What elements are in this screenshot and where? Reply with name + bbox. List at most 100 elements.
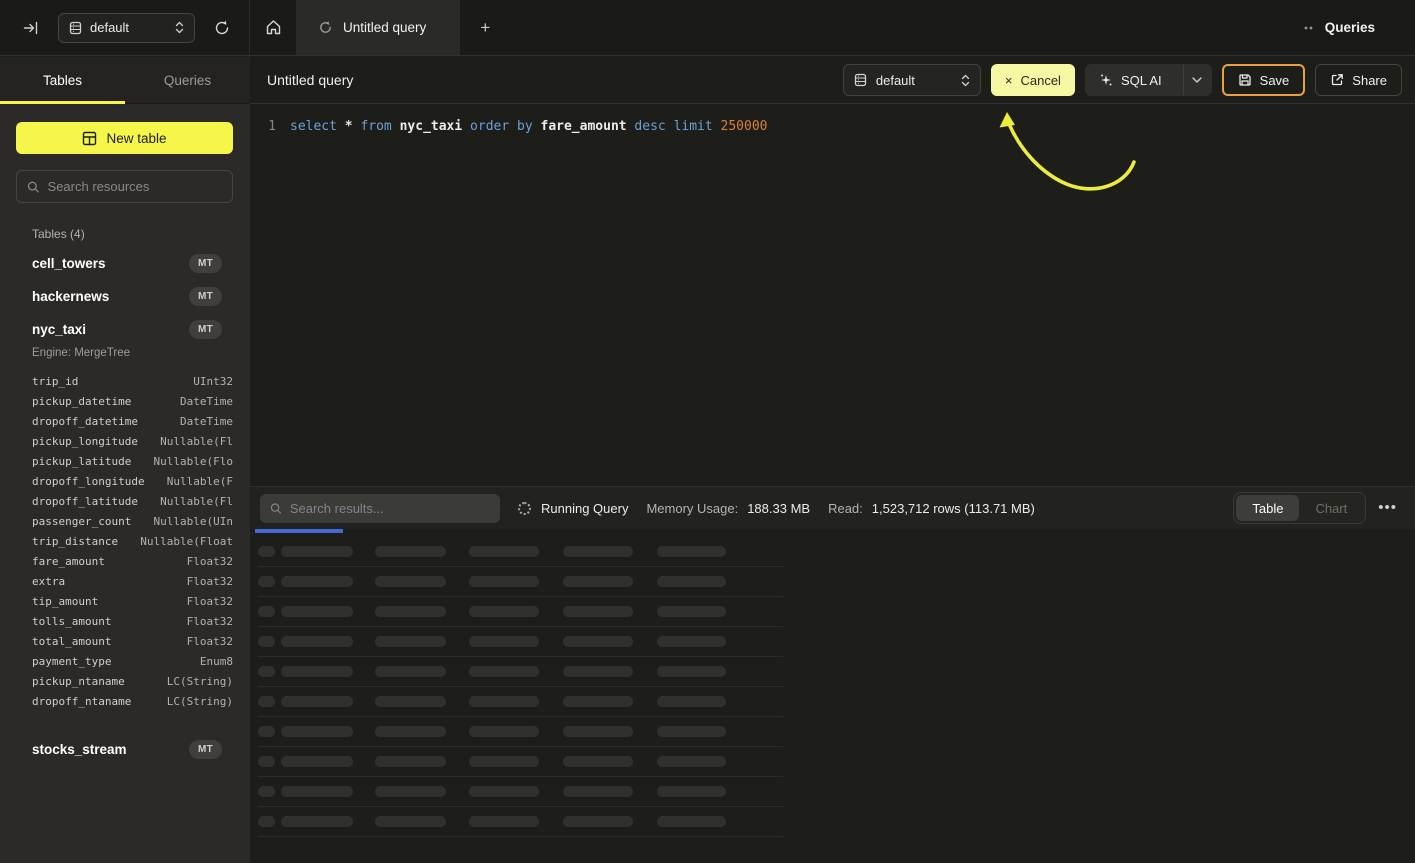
- skeleton-cell: [375, 756, 446, 767]
- sql-ai-main[interactable]: SQL AI: [1086, 65, 1175, 95]
- query-header: Untitled query default × Cancel SQL AI: [250, 57, 1415, 104]
- column-type: DateTime: [180, 415, 233, 428]
- schema-column-row[interactable]: pickup_ntanameLC(String): [32, 671, 233, 691]
- skeleton-cell: [375, 666, 446, 677]
- skeleton-cell: [258, 606, 275, 617]
- results-toolbar: Running Query Memory Usage: 188.33 MB Re…: [250, 487, 1415, 529]
- sql-ai-button[interactable]: SQL AI: [1085, 64, 1212, 96]
- refresh-button[interactable]: [209, 15, 235, 41]
- schema-column-row[interactable]: dropoff_longitudeNullable(F: [32, 471, 233, 491]
- share-button[interactable]: Share: [1315, 64, 1402, 96]
- tab-untitled-query[interactable]: Untitled query: [296, 0, 460, 55]
- schema-column-row[interactable]: fare_amount Float32: [32, 551, 233, 571]
- skeleton-cell: [281, 786, 353, 797]
- skeleton-cell: [258, 756, 275, 767]
- table-item-stocks-stream[interactable]: stocks_stream MT: [32, 733, 222, 766]
- cancel-button[interactable]: × Cancel: [991, 64, 1075, 96]
- collapse-sidebar-button[interactable]: [18, 15, 44, 41]
- sidebar-tab-tables[interactable]: Tables: [0, 57, 125, 103]
- schema-column-row[interactable]: tip_amountFloat32: [32, 591, 233, 611]
- schema-column-row[interactable]: pickup_latitudeNullable(Flo: [32, 451, 233, 471]
- skeleton-cell: [375, 786, 446, 797]
- column-type: Nullable(Flo: [154, 455, 233, 468]
- results-search[interactable]: [260, 494, 500, 523]
- skeleton-row: [258, 687, 783, 717]
- column-type: Float32: [187, 555, 233, 568]
- schema-column-row[interactable]: total_amountFloat32: [32, 631, 233, 651]
- column-type: Nullable(F: [167, 475, 233, 488]
- engine-badge: MT: [189, 740, 222, 759]
- sql-code: select * from nyc_taxi order by fare_amo…: [276, 117, 768, 136]
- query-database-value: default: [876, 73, 952, 88]
- view-toggle-chart[interactable]: Chart: [1299, 495, 1363, 521]
- share-icon: [1330, 73, 1344, 87]
- table-item-hackernews[interactable]: hackernews MT: [32, 280, 222, 313]
- more-options-button[interactable]: •••: [1378, 503, 1397, 513]
- skeleton-row: [258, 567, 783, 597]
- sql-ai-dropdown[interactable]: [1183, 65, 1211, 95]
- schema-column-row[interactable]: dropoff_ntanameLC(String): [32, 691, 233, 711]
- skeleton-cell: [563, 606, 633, 617]
- results-search-input[interactable]: [290, 501, 490, 516]
- column-type: Nullable(Fl: [160, 435, 233, 448]
- schema-column-row[interactable]: passenger_countNullable(UIn: [32, 511, 233, 531]
- queries-link[interactable]: Queries: [1304, 0, 1415, 55]
- skeleton-cell: [469, 786, 539, 797]
- skeleton-cell: [375, 636, 446, 647]
- skeleton-cell: [281, 636, 353, 647]
- queries-icon: [1304, 25, 1316, 31]
- sidebar-tab-queries[interactable]: Queries: [125, 57, 250, 103]
- schema-column-row[interactable]: tolls_amountFloat32: [32, 611, 233, 631]
- table-item-cell-towers[interactable]: cell_towers MT: [32, 247, 222, 280]
- column-name: trip_id: [32, 375, 78, 388]
- engine-badge: MT: [189, 287, 222, 306]
- column-name: tolls_amount: [32, 615, 111, 628]
- column-name: dropoff_ntaname: [32, 695, 131, 708]
- schema-column-row[interactable]: extraFloat32: [32, 571, 233, 591]
- view-toggle-table[interactable]: Table: [1236, 495, 1299, 521]
- skeleton-cell: [469, 726, 539, 737]
- column-name: passenger_count: [32, 515, 131, 528]
- skeleton-cell: [281, 726, 353, 737]
- read-label: Read:: [828, 501, 863, 516]
- schema-column-row[interactable]: trip_distanceNullable(Float: [32, 531, 233, 551]
- skeleton-row: [258, 657, 783, 687]
- new-table-button[interactable]: New table: [16, 122, 233, 154]
- skeleton-cell: [281, 816, 353, 827]
- schema-column-row[interactable]: pickup_longitudeNullable(Fl: [32, 431, 233, 451]
- query-database-selector[interactable]: default: [843, 64, 981, 96]
- nyc-taxi-columns: trip_idUInt32pickup_datetimeDateTimedrop…: [32, 371, 233, 711]
- skeleton-row: [258, 747, 783, 777]
- schema-column-row[interactable]: payment_typeEnum8: [32, 651, 233, 671]
- save-icon: [1238, 73, 1252, 87]
- tab-strip: Untitled query +: [250, 0, 1304, 55]
- save-button[interactable]: Save: [1222, 64, 1306, 96]
- column-name: trip_distance: [32, 535, 118, 548]
- skeleton-cell: [281, 546, 353, 557]
- new-tab-button[interactable]: +: [460, 0, 510, 55]
- schema-column-row[interactable]: dropoff_datetimeDateTime: [32, 411, 233, 431]
- home-icon: [265, 19, 282, 36]
- view-toggle: Table Chart: [1233, 492, 1366, 524]
- resource-search-input[interactable]: [48, 179, 222, 194]
- sql-editor[interactable]: 1 select * from nyc_taxi order by fare_a…: [250, 104, 1415, 487]
- table-name: stocks_stream: [32, 742, 189, 757]
- skeleton-cell: [657, 606, 726, 617]
- column-type: Enum8: [200, 655, 233, 668]
- database-selector[interactable]: default: [58, 13, 195, 43]
- plus-icon: +: [480, 18, 490, 38]
- column-name: pickup_datetime: [32, 395, 131, 408]
- skeleton-cell: [563, 666, 633, 677]
- home-button[interactable]: [250, 0, 296, 55]
- skeleton-cell: [375, 546, 446, 557]
- schema-column-row[interactable]: pickup_datetimeDateTime: [32, 391, 233, 411]
- skeleton-row: [258, 627, 783, 657]
- sidebar-tab-tables-label: Tables: [43, 73, 82, 88]
- column-name: fare_amount: [32, 555, 105, 568]
- top-bar: default Untitled query + Queries: [0, 0, 1415, 56]
- schema-column-row[interactable]: dropoff_latitudeNullable(Fl: [32, 491, 233, 511]
- table-item-nyc-taxi[interactable]: nyc_taxi MT: [32, 313, 222, 346]
- resource-search[interactable]: [16, 170, 233, 203]
- table-name: nyc_taxi: [32, 322, 189, 337]
- schema-column-row[interactable]: trip_idUInt32: [32, 371, 233, 391]
